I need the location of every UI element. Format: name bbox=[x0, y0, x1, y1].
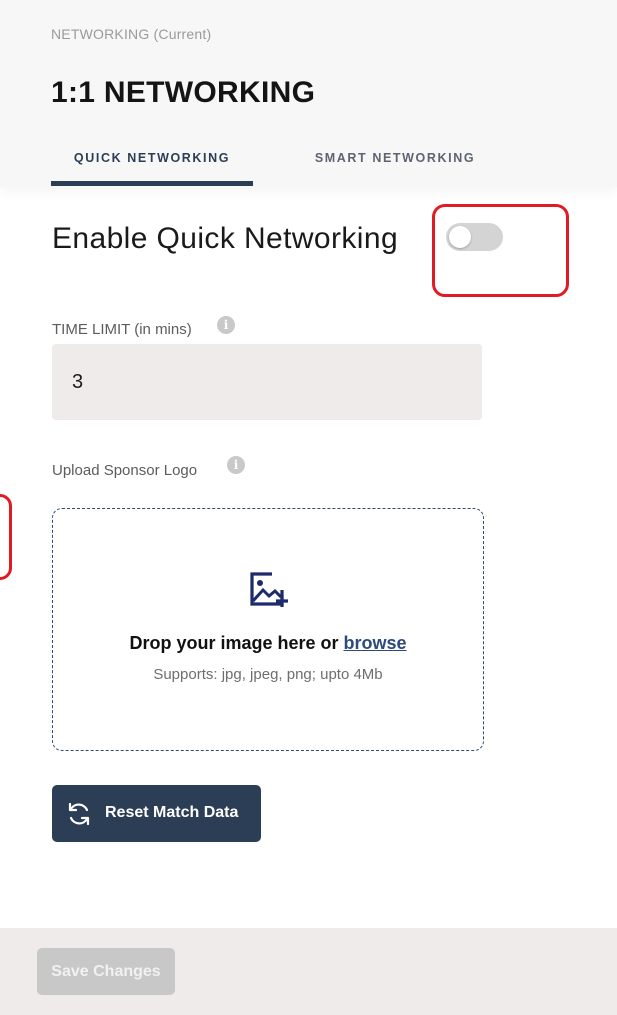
upload-sponsor-logo-label: Upload Sponsor Logo bbox=[52, 462, 198, 479]
breadcrumb: NETWORKING (Current) bbox=[51, 26, 212, 42]
supported-formats-text: Supports: jpg, jpeg, png; upto 4Mb bbox=[153, 666, 383, 683]
drop-text-prefix: Drop your image here or bbox=[129, 633, 344, 653]
toggle-knob bbox=[449, 226, 471, 248]
image-plus-icon bbox=[250, 572, 288, 607]
drop-text: Drop your image here or browse bbox=[53, 633, 483, 654]
info-icon[interactable]: i bbox=[217, 316, 235, 334]
refresh-icon bbox=[68, 802, 90, 826]
tab-smart-networking[interactable]: SMART NETWORKING bbox=[300, 151, 490, 187]
page-header: NETWORKING (Current) 1:1 NETWORKING QUIC… bbox=[0, 0, 617, 187]
page-title: 1:1 NETWORKING bbox=[51, 76, 316, 109]
enable-quick-networking-label: Enable Quick Networking bbox=[52, 222, 399, 255]
highlight-annotation bbox=[432, 204, 569, 297]
time-limit-label: TIME LIMIT (in mins) bbox=[52, 321, 192, 338]
page-footer: Save Changes bbox=[0, 928, 617, 1015]
save-changes-button[interactable]: Save Changes bbox=[37, 948, 175, 995]
time-limit-input[interactable] bbox=[52, 344, 482, 420]
browse-link[interactable]: browse bbox=[344, 633, 407, 653]
sponsor-logo-dropzone[interactable]: Drop your image here or browse Supports:… bbox=[52, 508, 484, 751]
reset-match-data-label: Reset Match Data bbox=[105, 804, 239, 821]
info-icon[interactable]: i bbox=[227, 456, 245, 474]
highlight-annotation-partial bbox=[0, 494, 12, 580]
active-tab-indicator bbox=[51, 181, 253, 186]
reset-match-data-button[interactable]: Reset Match Data bbox=[52, 785, 261, 842]
enable-quick-networking-toggle[interactable] bbox=[446, 223, 503, 251]
